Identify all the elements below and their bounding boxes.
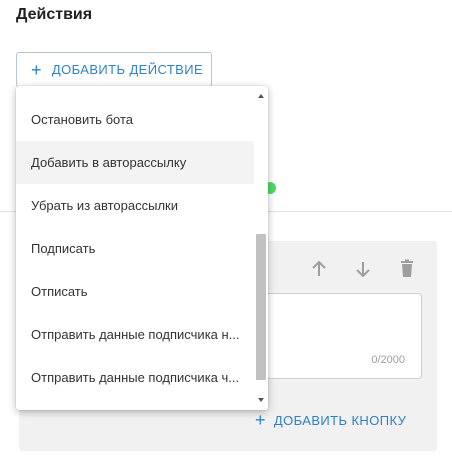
scroll-down-icon[interactable] (258, 398, 264, 402)
card-toolbar (308, 258, 418, 280)
add-action-button[interactable]: + ДОБАВИТЬ ДЕЙСТВИЕ (16, 52, 212, 87)
scrollbar[interactable] (254, 86, 268, 410)
dropdown-list: Остановить бота Добавить в авторассылку … (16, 98, 254, 399)
scrollbar-thumb[interactable] (256, 234, 266, 380)
scroll-up-icon[interactable] (258, 94, 264, 98)
menu-item-stop-bot[interactable]: Остановить бота (16, 98, 254, 141)
section-title: Действия (16, 6, 93, 23)
menu-item-add-to-autosend[interactable]: Добавить в авторассылку (16, 141, 254, 184)
add-button-button[interactable]: + ДОБАВИТЬ КНОПКУ (255, 411, 406, 429)
menu-item-send-subscriber-data-2[interactable]: Отправить данные подписчика ч... (16, 356, 254, 399)
menu-item-unsubscribe[interactable]: Отписать (16, 270, 254, 313)
menu-item-subscribe[interactable]: Подписать (16, 227, 254, 270)
menu-item-remove-from-autosend[interactable]: Убрать из авторассылки (16, 184, 254, 227)
arrow-up-icon[interactable] (308, 258, 330, 280)
char-counter: 0/2000 (371, 354, 405, 366)
plus-icon: + (255, 410, 266, 430)
add-button-label: ДОБАВИТЬ КНОПКУ (273, 412, 407, 428)
menu-item-send-subscriber-data-1[interactable]: Отправить данные подписчика н... (16, 313, 254, 356)
add-action-label: ДОБАВИТЬ ДЕЙСТВИЕ (51, 62, 204, 77)
trash-icon[interactable] (396, 258, 418, 280)
arrow-down-icon[interactable] (352, 258, 374, 280)
action-dropdown-menu: Остановить бота Добавить в авторассылку … (16, 86, 268, 410)
plus-icon: + (31, 59, 42, 80)
